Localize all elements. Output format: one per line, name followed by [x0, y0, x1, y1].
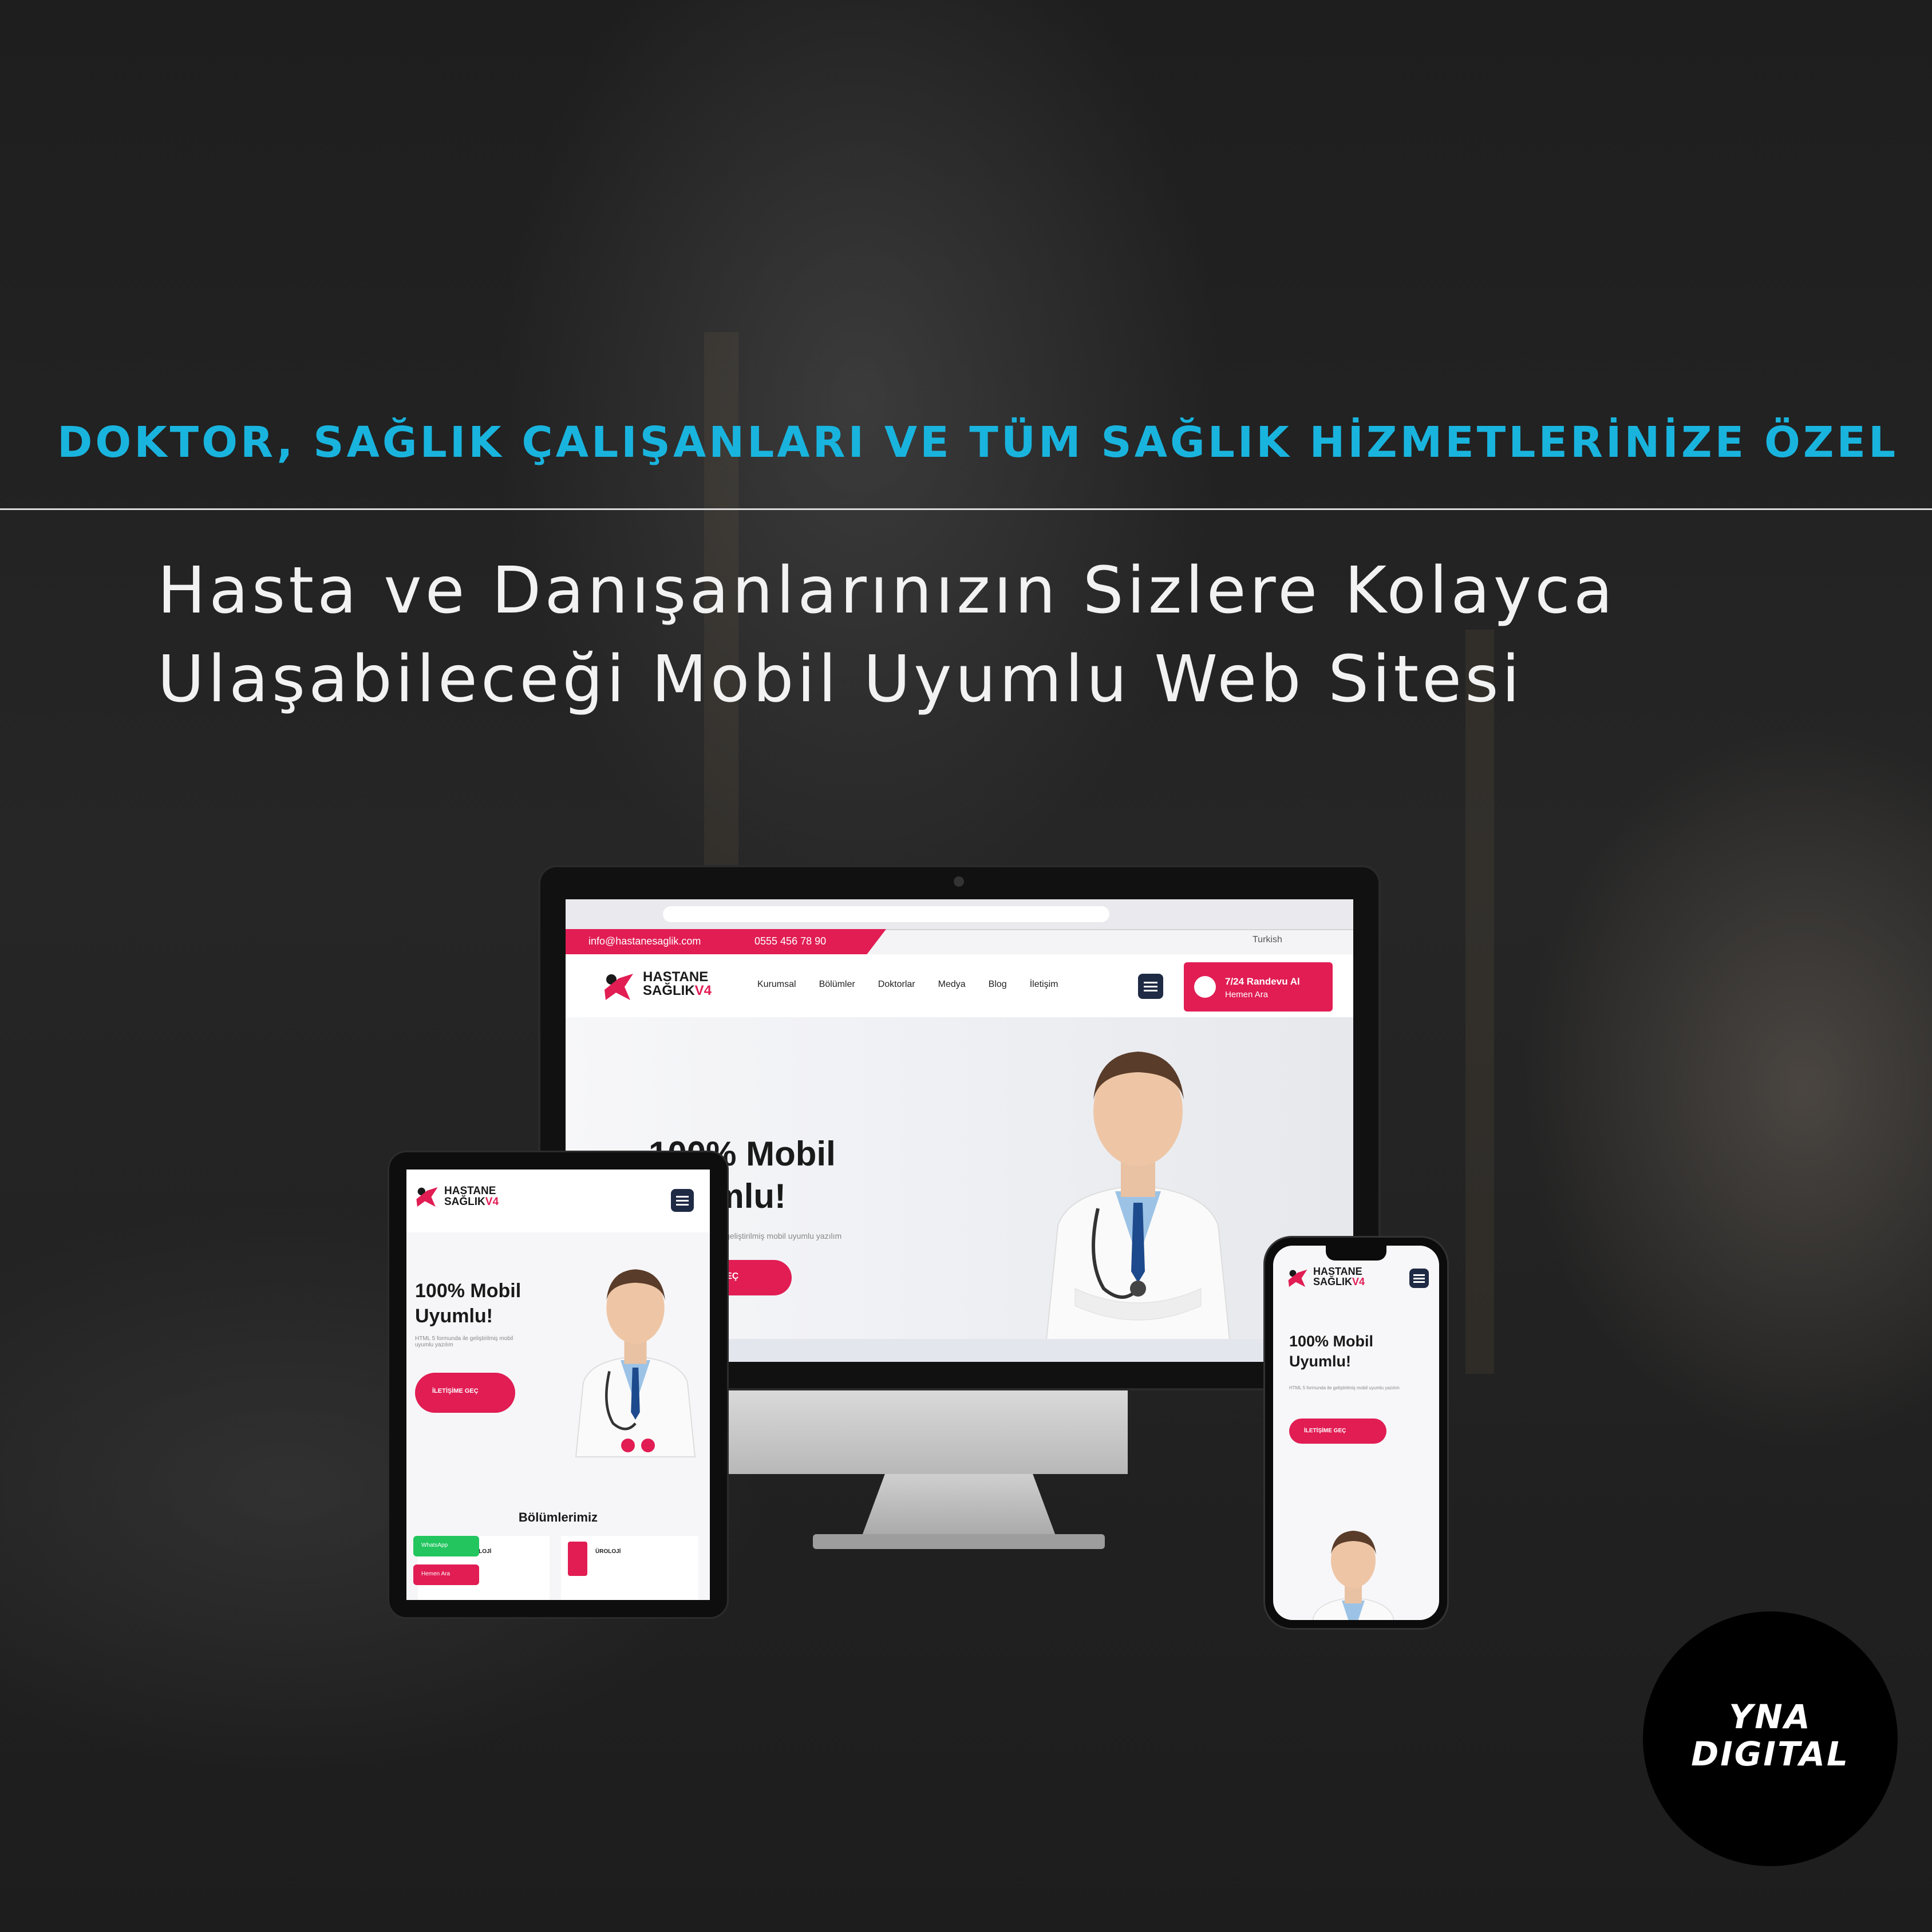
tablet-contact-button[interactable]: İLETİŞİME GEÇ [415, 1373, 515, 1413]
hero-title-line-2: Uyumlu! [1289, 1353, 1351, 1370]
phone-menu-button[interactable] [1409, 1269, 1429, 1288]
whatsapp-label: WhatsApp [421, 1542, 448, 1548]
slider-next-icon[interactable] [641, 1439, 655, 1452]
logo-line-1: HASTANE [643, 969, 709, 985]
slider-prev-icon[interactable] [621, 1439, 635, 1452]
logo-icon [1288, 1269, 1307, 1287]
logo-line-2: SAĞLIK [444, 1196, 485, 1208]
department-icon [568, 1542, 587, 1576]
phone-doctor-image [1312, 1531, 1394, 1620]
logo-version: V4 [1352, 1276, 1365, 1287]
appointment-button[interactable]: 7/24 Randevu Al Hemen Ara [1184, 962, 1333, 1012]
phone-logo[interactable]: HASTANE SAĞLIKV4 [1313, 1266, 1365, 1287]
language-select[interactable]: Turkish [1253, 935, 1282, 945]
section-title: Bölümlerimiz [518, 1510, 598, 1524]
main-nav: Kurumsal Bölümler Doktorlar Medya Blog İ… [757, 979, 1058, 990]
site-logo[interactable]: HASTANE SAĞLIKV4 [643, 970, 712, 998]
tablet-hero-title: 100% Mobil Uyumlu! [415, 1278, 521, 1329]
nav-item-medya[interactable]: Medya [938, 979, 966, 990]
nav-item-doktorlar[interactable]: Doktorlar [878, 979, 915, 990]
phone-screen: HASTANE SAĞLIKV4 100% Mobil Uyumlu! HTML… [1273, 1246, 1439, 1620]
yna-digital-logo: YNA DIGITAL [1643, 1611, 1898, 1866]
phone-text[interactable]: 0555 456 78 90 [754, 935, 826, 947]
brand-line-2: DIGITAL [1691, 1735, 1850, 1773]
whatsapp-button[interactable]: WhatsApp [413, 1536, 479, 1556]
background-shelf [1465, 630, 1494, 1374]
logo-icon [605, 974, 633, 1000]
tablet-logo[interactable]: HASTANE SAĞLIKV4 [444, 1186, 499, 1207]
nav-item-iletisim[interactable]: İletişim [1030, 979, 1058, 990]
card-title: ÜROLOJİ [595, 1548, 621, 1555]
nav-item-bolumler[interactable]: Bölümler [819, 979, 855, 990]
headline-line-1: Hasta ve Danışanlarınızın Sizlere Kolayc… [157, 554, 1617, 628]
webcam [954, 876, 964, 887]
phone-notch [1326, 1246, 1386, 1261]
monitor-stand [862, 1474, 1056, 1537]
tablet-hero-subtitle: HTML 5 formunda ile geliştirilmiş mobil … [415, 1336, 513, 1348]
tablet-screen: HASTANE SAĞLIKV4 100% Mobil Uyumlu! HTML… [406, 1170, 710, 1600]
tablet-device: HASTANE SAĞLIKV4 100% Mobil Uyumlu! HTML… [389, 1152, 727, 1617]
hero-title-line-1: 100% Mobil [415, 1280, 521, 1302]
call-button[interactable]: Hemen Ara [413, 1564, 479, 1585]
menu-button[interactable] [1138, 974, 1163, 999]
tablet-header: HASTANE SAĞLIKV4 [406, 1170, 710, 1232]
logo-line-2: SAĞLIK [643, 983, 695, 998]
monitor-base [813, 1534, 1105, 1549]
tablet-menu-button[interactable] [671, 1189, 694, 1212]
brand-line-1: YNA [1729, 1697, 1812, 1736]
phone-contact-label: İLETİŞİME GEÇ [1304, 1428, 1346, 1434]
mobile-phone: HASTANE SAĞLIKV4 100% Mobil Uyumlu! HTML… [1265, 1238, 1447, 1628]
logo-icon [416, 1187, 438, 1207]
divider [0, 508, 1932, 510]
phone-hero-title: 100% Mobil Uyumlu! [1289, 1332, 1373, 1372]
kicker-heading: DOKTOR, SAĞLIK ÇALIŞANLARI VE TÜM SAĞLIK… [57, 418, 1899, 467]
tablet-contact-label: İLETİŞİME GEÇ [432, 1388, 479, 1394]
appointment-line-1: 7/24 Randevu Al [1225, 976, 1300, 987]
browser-toolbar [566, 899, 1353, 930]
phone-hero-subtitle: HTML 5 formunda ile geliştirilmiş mobil … [1289, 1385, 1400, 1390]
logo-version: V4 [485, 1196, 499, 1208]
top-contact-bar: info@hastanesaglik.com 0555 456 78 90 [566, 929, 886, 954]
hero-title-line-1: 100% Mobil [1289, 1333, 1374, 1350]
monitor-chin [727, 1388, 1128, 1474]
logo-line-1: HASTANE [444, 1185, 496, 1197]
call-label: Hemen Ara [421, 1571, 451, 1577]
nav-item-blog[interactable]: Blog [989, 979, 1007, 990]
appointment-line-2: Hemen Ara [1225, 990, 1269, 999]
headline-line-2: Ulaşabileceği Mobil Uyumlu Web Sitesi [157, 642, 1523, 717]
department-card[interactable]: ÜROLOJİ [561, 1536, 698, 1600]
headline: Hasta ve Danışanlarınızın Sizlere Kolayc… [157, 547, 1760, 724]
email-text[interactable]: info@hastanesaglik.com [588, 935, 701, 947]
hero-title-line-2: Uyumlu! [415, 1305, 493, 1327]
logo-version: V4 [694, 983, 712, 998]
logo-line-2: SAĞLIK [1313, 1276, 1353, 1287]
doctor-image [1045, 1052, 1231, 1340]
logo-line-1: HASTANE [1313, 1266, 1362, 1277]
tablet-doctor-image [575, 1269, 696, 1457]
site-header: HASTANE SAĞLIKV4 Kurumsal Bölümler Dokto… [566, 954, 1353, 1017]
nav-item-kurumsal[interactable]: Kurumsal [757, 979, 796, 990]
phone-contact-button[interactable]: İLETİŞİME GEÇ [1289, 1419, 1386, 1444]
address-bar[interactable] [663, 906, 1109, 922]
phone-icon [1194, 976, 1216, 998]
